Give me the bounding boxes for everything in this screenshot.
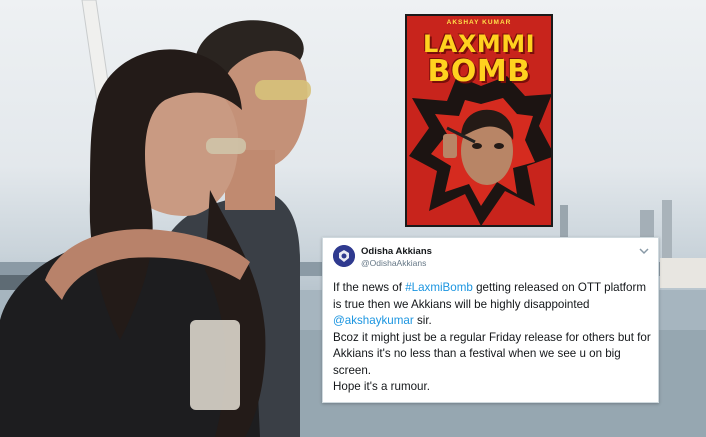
tweet-text-segment: If the news of	[333, 281, 406, 294]
tweet-card: Odisha Akkians @OdishaAkkians If the new…	[322, 237, 659, 403]
avatar[interactable]	[333, 245, 355, 267]
mention-link[interactable]: @akshaykumar	[333, 314, 414, 327]
tweet-paragraph-3: Hope it's a rumour.	[333, 380, 430, 393]
tweet-text: If the news of #LaxmiBomb getting releas…	[333, 280, 651, 396]
poster-title-line2: BOMB	[427, 54, 531, 89]
tweet-paragraph-1: If the news of #LaxmiBomb getting releas…	[333, 280, 651, 330]
woman-sunglasses	[206, 138, 246, 154]
shirt-print	[190, 320, 240, 410]
poster-eye	[494, 143, 504, 149]
poster-hand	[443, 134, 457, 158]
poster-eye	[472, 143, 482, 149]
man-sunglasses	[255, 80, 311, 100]
chevron-down-icon[interactable]	[638, 244, 650, 256]
avatar-logo-icon	[333, 245, 355, 267]
tweet-paragraph-2: Bcoz it might just be a regular Friday r…	[333, 330, 651, 377]
boat	[660, 258, 706, 288]
poster-actor-name: AKSHAY KUMAR	[446, 19, 512, 26]
movie-poster: AKSHAY KUMAR LAXMMI BOMB	[405, 14, 553, 227]
tweet-display-name[interactable]: Odisha Akkians	[361, 246, 432, 257]
tweet-handle[interactable]: @OdishaAkkians	[361, 258, 426, 268]
tweet-text-segment: sir.	[413, 314, 432, 327]
distant-building	[662, 200, 672, 265]
hashtag-link[interactable]: #LaxmiBomb	[405, 281, 473, 294]
